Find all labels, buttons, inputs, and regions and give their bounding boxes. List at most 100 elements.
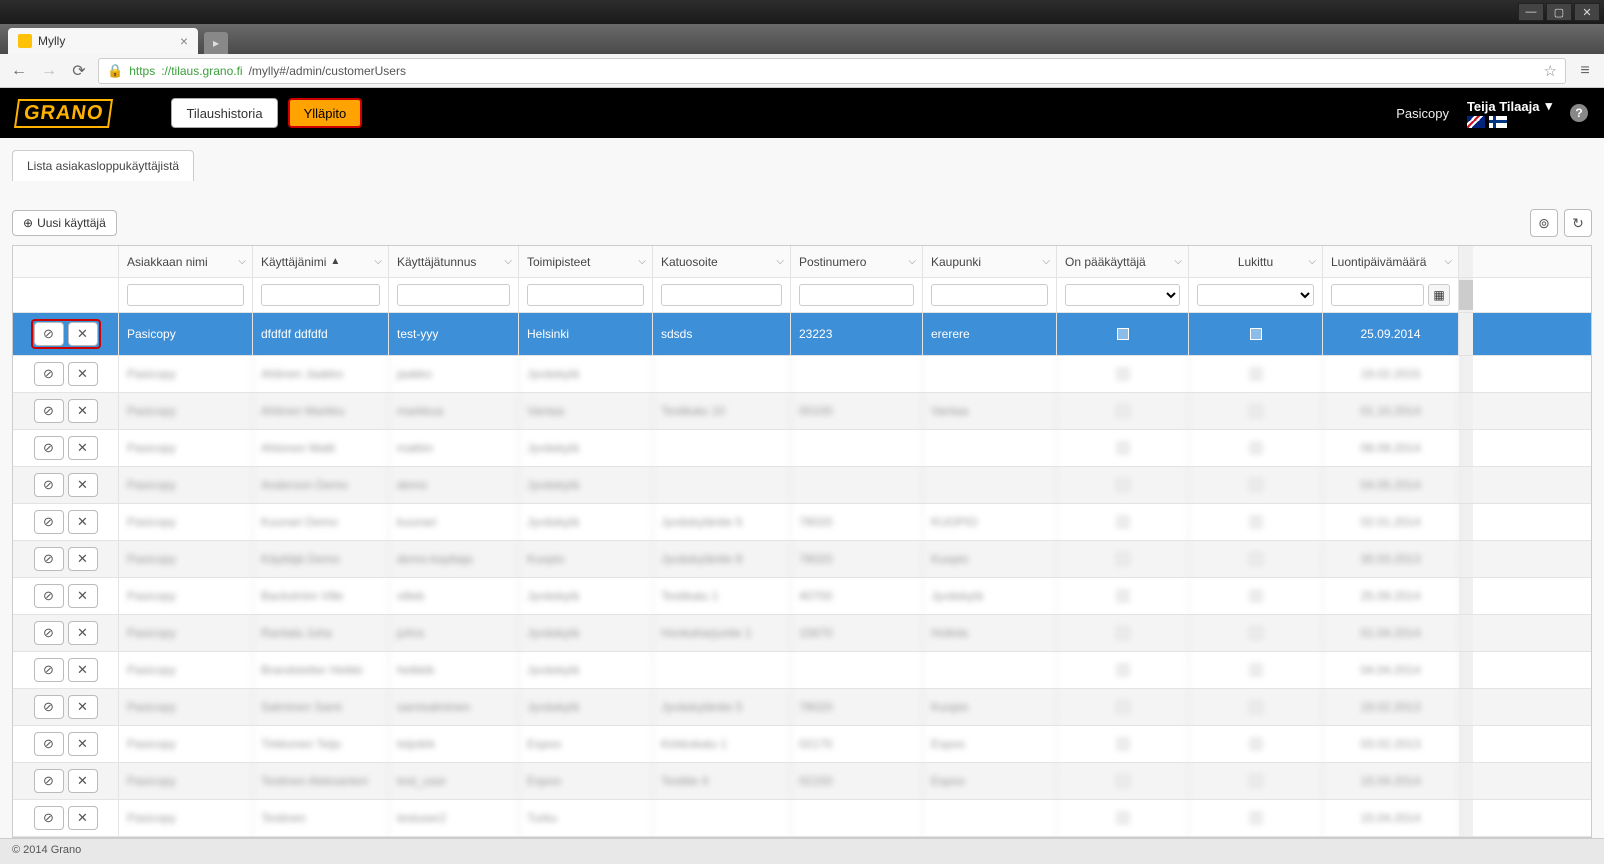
delete-row-button[interactable]: ✕ [68, 436, 98, 460]
delete-row-button[interactable]: ✕ [68, 732, 98, 756]
new-user-button[interactable]: ⊕ Uusi käyttäjä [12, 210, 117, 236]
table-row[interactable]: ⊘✕PasicopyTestinentestuser2Turku15.04.20… [13, 800, 1591, 837]
col-zip[interactable]: Postinumero⌵ [791, 246, 923, 277]
forward-button[interactable]: → [38, 60, 60, 82]
filter-locked-select[interactable] [1197, 284, 1314, 306]
delete-row-button[interactable]: ✕ [68, 362, 98, 386]
edit-row-button[interactable]: ⊘ [34, 436, 64, 460]
cell-userid: heikkib [389, 652, 519, 688]
filter-zip-input[interactable] [799, 284, 914, 306]
col-created[interactable]: Luontipäivämäärä⌵ [1323, 246, 1459, 277]
checkbox-icon [1250, 812, 1262, 824]
browser-menu-button[interactable]: ≡ [1574, 60, 1596, 82]
window-maximize-button[interactable]: ▢ [1546, 3, 1572, 21]
table-row[interactable]: ⊘✕Pasicopydfdfdf ddfdfdtest-yyyHelsinkis… [13, 313, 1591, 356]
reload-button[interactable]: ⟳ [68, 60, 90, 82]
edit-row-button[interactable]: ⊘ [34, 769, 64, 793]
delete-row-button[interactable]: ✕ [68, 806, 98, 830]
edit-row-button[interactable]: ⊘ [34, 621, 64, 645]
filter-locations-input[interactable] [527, 284, 644, 306]
nav-admin[interactable]: Ylläpito [288, 98, 363, 128]
delete-row-button[interactable]: ✕ [68, 547, 98, 571]
col-is-admin[interactable]: On pääkäyttäjä⌵ [1057, 246, 1189, 277]
col-customer[interactable]: Asiakkaan nimi⌵ [119, 246, 253, 277]
cell-username: Rantala Juha [253, 615, 389, 651]
delete-row-button[interactable]: ✕ [68, 473, 98, 497]
edit-row-button[interactable]: ⊘ [34, 362, 64, 386]
table-row[interactable]: ⊘✕PasicopyKuunari DemokuunariJyväskyläJy… [13, 504, 1591, 541]
edit-row-button[interactable]: ⊘ [34, 695, 64, 719]
table-row[interactable]: ⊘✕PasicopyAnderson DemodemoJyväskylä04.0… [13, 467, 1591, 504]
table-row[interactable]: ⊘✕PasicopySalminen SamisamisalminenJyväs… [13, 689, 1591, 726]
cell-city: Hollola [923, 615, 1057, 651]
help-button[interactable]: ? [1570, 104, 1588, 122]
edit-row-button[interactable]: ⊘ [34, 473, 64, 497]
table-row[interactable]: ⊘✕PasicopyTirkkonen TeijoteijotirkEspooK… [13, 726, 1591, 763]
checkbox-icon [1250, 664, 1262, 676]
lang-fi-flag[interactable] [1489, 116, 1507, 128]
delete-row-button[interactable]: ✕ [68, 621, 98, 645]
browser-tabstrip: Mylly × ▸ [0, 24, 1604, 54]
edit-row-button[interactable]: ⊘ [34, 547, 64, 571]
filter-settings-button[interactable]: ⊚ [1530, 209, 1558, 237]
nav-order-history[interactable]: Tilaushistoria [171, 98, 277, 128]
filter-street-input[interactable] [661, 284, 782, 306]
new-tab-button[interactable]: ▸ [204, 32, 228, 54]
address-bar[interactable]: 🔒 https ://tilaus.grano.fi /mylly#/admin… [98, 58, 1566, 84]
window-close-button[interactable]: ✕ [1574, 3, 1600, 21]
back-button[interactable]: ← [8, 60, 30, 82]
table-row[interactable]: ⊘✕PasicopyRantala JuhajuhraJyväskyläHonk… [13, 615, 1591, 652]
delete-row-button[interactable]: ✕ [68, 584, 98, 608]
edit-row-button[interactable]: ⊘ [34, 510, 64, 534]
scroll-thumb[interactable] [1459, 280, 1473, 310]
table-row[interactable]: ⊘✕PasicopyTestinen Aleksanteritest_userE… [13, 763, 1591, 800]
delete-row-button[interactable]: ✕ [68, 399, 98, 423]
subtab-customer-users[interactable]: Lista asiakasloppukäyttäjistä [12, 150, 194, 181]
filter-created-input[interactable] [1331, 284, 1424, 306]
table-row[interactable]: ⊘✕PasicopyBackström VillevillebJyväskylä… [13, 578, 1591, 615]
edit-row-button[interactable]: ⊘ [34, 806, 64, 830]
row-actions: ⊘✕ [13, 430, 119, 466]
delete-row-button[interactable]: ✕ [68, 510, 98, 534]
filter-city-input[interactable] [931, 284, 1048, 306]
col-locked[interactable]: Lukittu⌵ [1189, 246, 1323, 277]
filter-username-input[interactable] [261, 284, 380, 306]
table-row[interactable]: ⊘✕PasicopyAhtinen JaakkojaakkoJyväskylä1… [13, 356, 1591, 393]
col-userid[interactable]: Käyttäjätunnus⌵ [389, 246, 519, 277]
edit-row-button[interactable]: ⊘ [34, 322, 64, 346]
window-minimize-button[interactable]: — [1518, 3, 1544, 21]
col-locations[interactable]: Toimipisteet⌵ [519, 246, 653, 277]
table-row[interactable]: ⊘✕PasicopyAhtonen MattimattimJyväskylä08… [13, 430, 1591, 467]
tab-close-icon[interactable]: × [180, 33, 188, 49]
table-row[interactable]: ⊘✕PasicopyKäyttäjä Demodemo-kayttajaKuop… [13, 541, 1591, 578]
user-menu[interactable]: Teija Tilaaja ▾ [1467, 98, 1552, 114]
calendar-icon[interactable]: ▦ [1428, 284, 1450, 306]
filter-customer-input[interactable] [127, 284, 244, 306]
edit-row-button[interactable]: ⊘ [34, 658, 64, 682]
cell-locations: Espoo [519, 726, 653, 762]
lang-en-flag[interactable] [1467, 116, 1485, 128]
table-row[interactable]: ⊘✕PasicopyAhtinen MarkkumarkkuaVantaaTes… [13, 393, 1591, 430]
edit-row-button[interactable]: ⊘ [34, 732, 64, 756]
delete-row-button[interactable]: ✕ [68, 695, 98, 719]
delete-row-button[interactable]: ✕ [68, 658, 98, 682]
table-row[interactable]: ⊘✕PasicopyBrandstetter HeikkiheikkibJyvä… [13, 652, 1591, 689]
col-username[interactable]: Käyttäjänimi▲⌵ [253, 246, 389, 277]
checkbox-icon [1117, 479, 1129, 491]
browser-tab[interactable]: Mylly × [8, 28, 198, 54]
refresh-grid-button[interactable]: ↻ [1564, 209, 1592, 237]
edit-row-button[interactable]: ⊘ [34, 584, 64, 608]
filter-is-admin-select[interactable] [1065, 284, 1180, 306]
col-street[interactable]: Katuosoite⌵ [653, 246, 791, 277]
delete-row-button[interactable]: ✕ [68, 769, 98, 793]
edit-row-button[interactable]: ⊘ [34, 399, 64, 423]
current-company[interactable]: Pasicopy [1396, 106, 1449, 121]
bookmark-star-icon[interactable]: ☆ [1544, 62, 1557, 80]
checkbox-icon [1250, 442, 1262, 454]
filter-userid-input[interactable] [397, 284, 510, 306]
chevron-down-icon: ⌵ [238, 256, 246, 267]
col-city[interactable]: Kaupunki⌵ [923, 246, 1057, 277]
scrollbar[interactable] [1459, 278, 1473, 312]
chevron-down-icon: ⌵ [1444, 256, 1452, 267]
delete-row-button[interactable]: ✕ [68, 322, 98, 346]
